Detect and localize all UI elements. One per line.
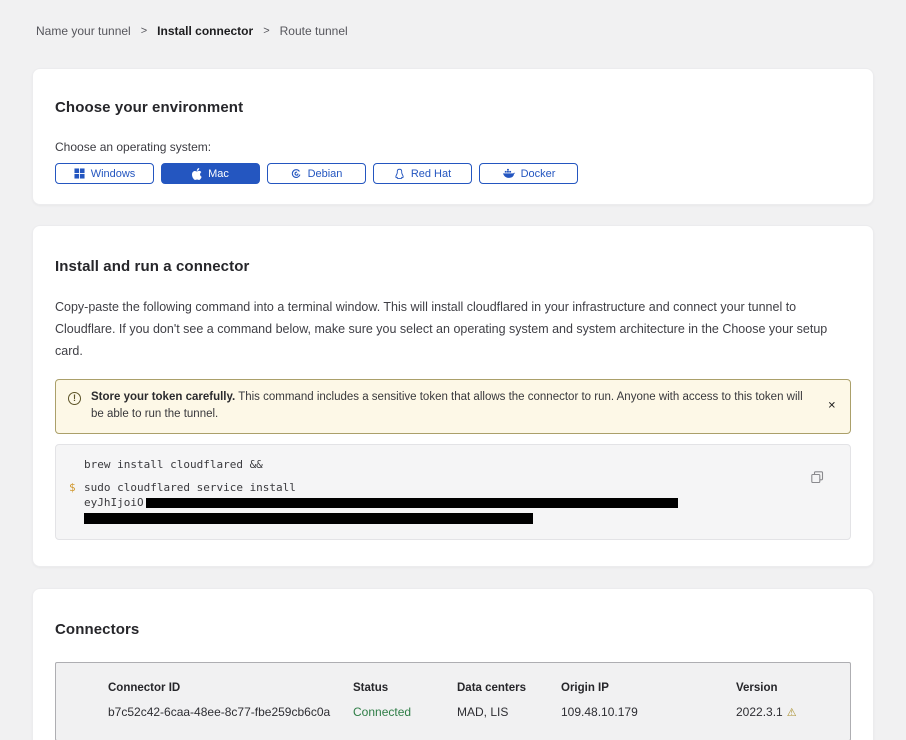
- connectors-table: Connector ID Status Data centers Origin …: [55, 662, 851, 740]
- install-command-code-block: brew install cloudflared && $ sudo cloud…: [55, 444, 851, 539]
- redacted-token-bar: [146, 498, 678, 508]
- os-select-label: Choose an operating system:: [55, 140, 851, 154]
- redhat-linux-penguin-icon: [394, 168, 405, 180]
- version-warning-icon: ⚠: [787, 707, 797, 719]
- code-line-token: eyJhIjoiO: [69, 496, 810, 511]
- cell-version: 2022.3.1⚠: [736, 705, 840, 719]
- breadcrumb-name-your-tunnel[interactable]: Name your tunnel: [36, 24, 131, 38]
- header-connector-id: Connector ID: [108, 682, 353, 694]
- code-line-sudo: $ sudo cloudflared service install: [69, 481, 810, 496]
- cell-data-centers: MAD, LIS: [457, 705, 561, 719]
- os-button-debian[interactable]: Debian: [267, 163, 366, 184]
- os-button-docker[interactable]: Docker: [479, 163, 578, 184]
- close-icon[interactable]: ✕: [828, 401, 836, 412]
- os-button-label: Docker: [521, 168, 556, 180]
- windows-icon: [74, 168, 85, 179]
- breadcrumb-separator: >: [141, 25, 147, 37]
- os-button-windows[interactable]: Windows: [55, 163, 154, 184]
- header-version: Version: [736, 682, 840, 694]
- install-connector-card: Install and run a connector Copy-paste t…: [32, 225, 874, 567]
- token-warning-text: Store your token carefully. This command…: [91, 389, 810, 425]
- install-connector-description: Copy-paste the following command into a …: [55, 297, 851, 363]
- os-button-redhat[interactable]: Red Hat: [373, 163, 472, 184]
- os-button-label: Red Hat: [411, 168, 451, 180]
- token-warning-banner: ! Store your token carefully. This comma…: [55, 379, 851, 435]
- table-row: b7c52c42-6caa-48ee-8c77-fbe259cb6c0a Con…: [108, 705, 840, 719]
- cell-connector-id: b7c52c42-6caa-48ee-8c77-fbe259cb6c0a: [108, 705, 353, 719]
- alert-circle-icon: !: [68, 392, 81, 405]
- os-button-group: Windows Mac Debian: [55, 163, 851, 184]
- redacted-token-bar: [84, 513, 533, 524]
- connectors-table-header: Connector ID Status Data centers Origin …: [108, 682, 840, 694]
- header-data-centers: Data centers: [457, 682, 561, 694]
- code-line-brew: brew install cloudflared &&: [69, 458, 810, 473]
- os-button-mac[interactable]: Mac: [161, 163, 260, 184]
- cell-origin-ip: 109.48.10.179: [561, 705, 736, 719]
- connectors-title: Connectors: [55, 621, 851, 638]
- apple-icon: [192, 168, 202, 180]
- breadcrumb-install-connector[interactable]: Install connector: [157, 24, 253, 38]
- breadcrumb-route-tunnel[interactable]: Route tunnel: [280, 24, 348, 38]
- docker-whale-icon: [502, 168, 515, 179]
- breadcrumb-separator: >: [263, 25, 269, 37]
- choose-environment-card: Choose your environment Choose an operat…: [32, 68, 874, 205]
- breadcrumb: Name your tunnel > Install connector > R…: [0, 0, 906, 38]
- copy-icon[interactable]: [811, 471, 824, 487]
- choose-environment-title: Choose your environment: [55, 99, 851, 116]
- debian-icon: [291, 168, 302, 179]
- shell-prompt: $: [69, 481, 84, 496]
- code-line-token-2: [69, 511, 810, 526]
- connectors-card: Connectors Connector ID Status Data cent…: [32, 588, 874, 740]
- status-badge: Connected: [353, 705, 457, 719]
- os-button-label: Debian: [308, 168, 343, 180]
- token-warning-bold: Store your token carefully.: [91, 391, 235, 403]
- install-connector-title: Install and run a connector: [55, 258, 851, 275]
- header-status: Status: [353, 682, 457, 694]
- header-origin-ip: Origin IP: [561, 682, 736, 694]
- os-button-label: Mac: [208, 168, 229, 180]
- os-button-label: Windows: [91, 168, 136, 180]
